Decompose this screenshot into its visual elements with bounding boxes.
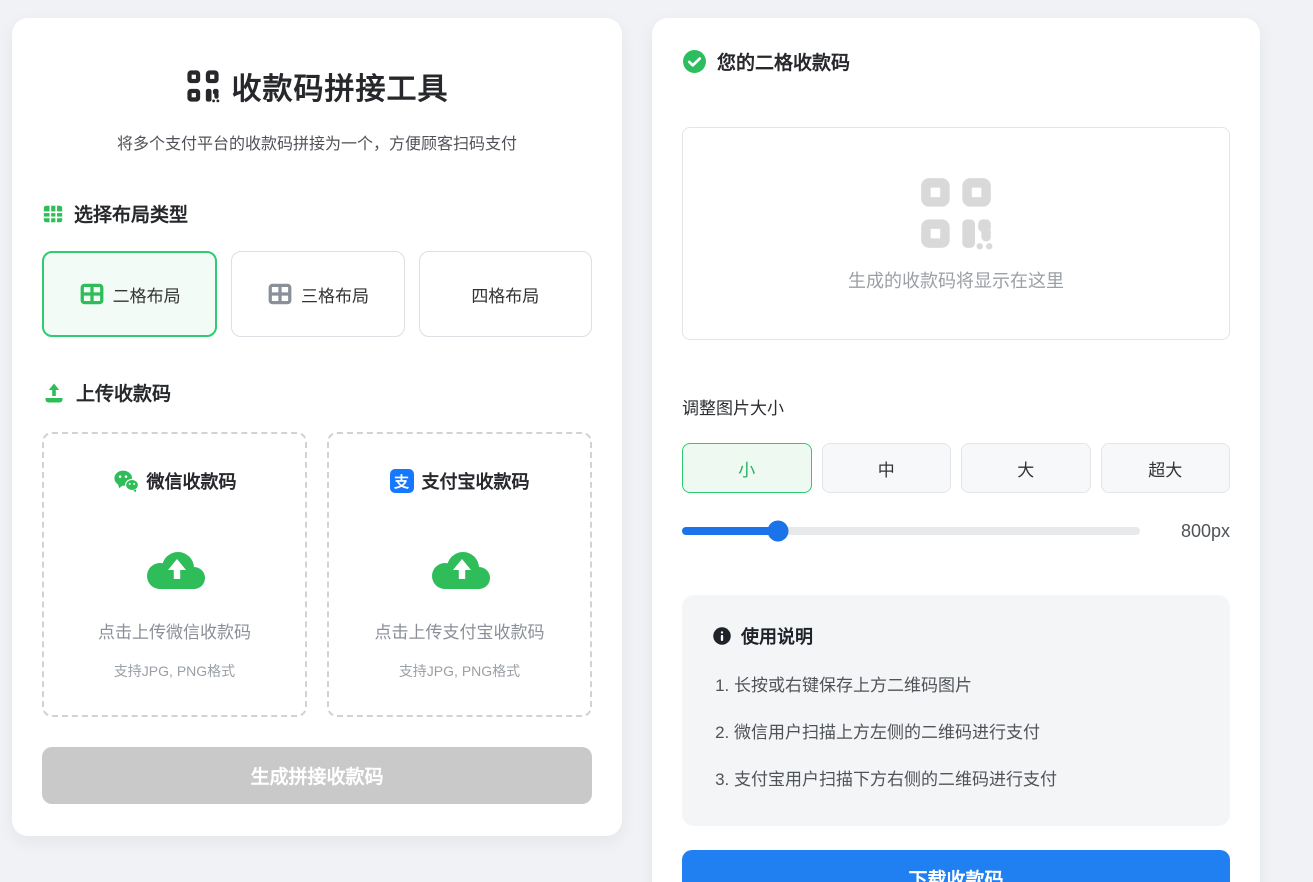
- slider-value: 800px: [1166, 521, 1230, 542]
- size-button-large[interactable]: 大: [961, 443, 1091, 493]
- wechat-upload-hint: 点击上传微信收款码: [44, 618, 305, 643]
- usage-info-title: 使用说明: [741, 623, 813, 649]
- grid-2x2-icon: [267, 281, 293, 307]
- instruction-item: 支付宝用户扫描下方右侧的二维码进行支付: [734, 765, 1200, 790]
- layout-option-label: 三格布局: [301, 282, 369, 307]
- qr-preview-area: 生成的收款码将显示在这里: [682, 127, 1230, 340]
- alipay-upload-box[interactable]: 支 支付宝收款码 点击上传支付宝收款码 支持JPG, PNG格式: [327, 432, 592, 717]
- alipay-upload-hint: 点击上传支付宝收款码: [329, 618, 590, 643]
- alipay-upload-formats: 支持JPG, PNG格式: [329, 661, 590, 681]
- slider-thumb[interactable]: [768, 521, 789, 542]
- upload-icon: [42, 381, 66, 405]
- info-circle-icon: [712, 626, 732, 646]
- qrcode-icon: [186, 69, 220, 103]
- download-button[interactable]: 下载收款码: [682, 850, 1230, 882]
- size-slider[interactable]: [682, 527, 1140, 535]
- generate-button[interactable]: 生成拼接收款码: [42, 747, 592, 804]
- result-title: 您的二格收款码: [717, 48, 850, 75]
- qrcode-placeholder-icon: [918, 175, 994, 251]
- size-button-medium[interactable]: 中: [822, 443, 952, 493]
- instruction-item: 长按或右键保存上方二维码图片: [734, 671, 1200, 696]
- wechat-icon: [113, 469, 139, 493]
- page-title: 收款码拼接工具: [232, 64, 449, 108]
- slider-row: 800px: [682, 515, 1230, 547]
- grid-icon: [42, 203, 64, 225]
- layout-option-label: 四格布局: [471, 282, 539, 307]
- layout-option-two-grid[interactable]: 二格布局: [42, 251, 217, 337]
- check-circle-icon: [682, 49, 707, 74]
- size-button-small[interactable]: 小: [682, 443, 812, 493]
- upload-section-header: 上传收款码: [42, 379, 592, 406]
- usage-instructions-list: 长按或右键保存上方二维码图片 微信用户扫描上方左侧的二维码进行支付 支付宝用户扫…: [716, 671, 1200, 790]
- tool-card: 收款码拼接工具 将多个支付平台的收款码拼接为一个，方便顾客扫码支付 选择布局类型: [12, 18, 622, 836]
- wechat-upload-box[interactable]: 微信收款码 点击上传微信收款码 支持JPG, PNG格式: [42, 432, 307, 717]
- wechat-upload-formats: 支持JPG, PNG格式: [44, 661, 305, 681]
- layout-option-four-grid[interactable]: 四格布局: [419, 251, 592, 337]
- result-card: 您的二格收款码 生成的收款码将显示在这里 调整图片大小 小 中 大: [652, 18, 1260, 882]
- upload-section-title: 上传收款码: [76, 379, 171, 406]
- page-subtitle: 将多个支付平台的收款码拼接为一个，方便顾客扫码支付: [42, 130, 592, 154]
- layout-section-header: 选择布局类型: [42, 200, 592, 227]
- page-title-row: 收款码拼接工具: [42, 64, 592, 108]
- upload-row: 微信收款码 点击上传微信收款码 支持JPG, PNG格式 支: [42, 432, 592, 717]
- cloud-upload-icon: [329, 546, 590, 594]
- preview-placeholder-text: 生成的收款码将显示在这里: [848, 267, 1064, 293]
- alipay-upload-title: 支付宝收款码: [422, 468, 530, 494]
- page: 收款码拼接工具 将多个支付平台的收款码拼接为一个，方便顾客扫码支付 选择布局类型: [0, 0, 1313, 882]
- cloud-upload-icon: [44, 546, 305, 594]
- alipay-icon: 支: [390, 469, 414, 493]
- result-header: 您的二格收款码: [682, 48, 1230, 75]
- layout-buttons: 二格布局 三格布局 四格布局: [42, 251, 592, 337]
- size-buttons: 小 中 大 超大: [682, 443, 1230, 493]
- usage-info-box: 使用说明 长按或右键保存上方二维码图片 微信用户扫描上方左侧的二维码进行支付 支…: [682, 595, 1230, 826]
- usage-info-header: 使用说明: [712, 623, 1200, 649]
- instruction-item: 微信用户扫描上方左侧的二维码进行支付: [734, 718, 1200, 743]
- alipay-upload-title-row: 支 支付宝收款码: [329, 468, 590, 494]
- resize-label: 调整图片大小: [682, 394, 1230, 419]
- layout-section-title: 选择布局类型: [74, 200, 188, 227]
- grid-2x2-icon: [79, 281, 105, 307]
- wechat-upload-title: 微信收款码: [147, 468, 237, 494]
- layout-option-three-grid[interactable]: 三格布局: [231, 251, 404, 337]
- slider-fill: [682, 527, 778, 535]
- layout-option-label: 二格布局: [113, 282, 181, 307]
- size-button-xlarge[interactable]: 超大: [1101, 443, 1231, 493]
- wechat-upload-title-row: 微信收款码: [44, 468, 305, 494]
